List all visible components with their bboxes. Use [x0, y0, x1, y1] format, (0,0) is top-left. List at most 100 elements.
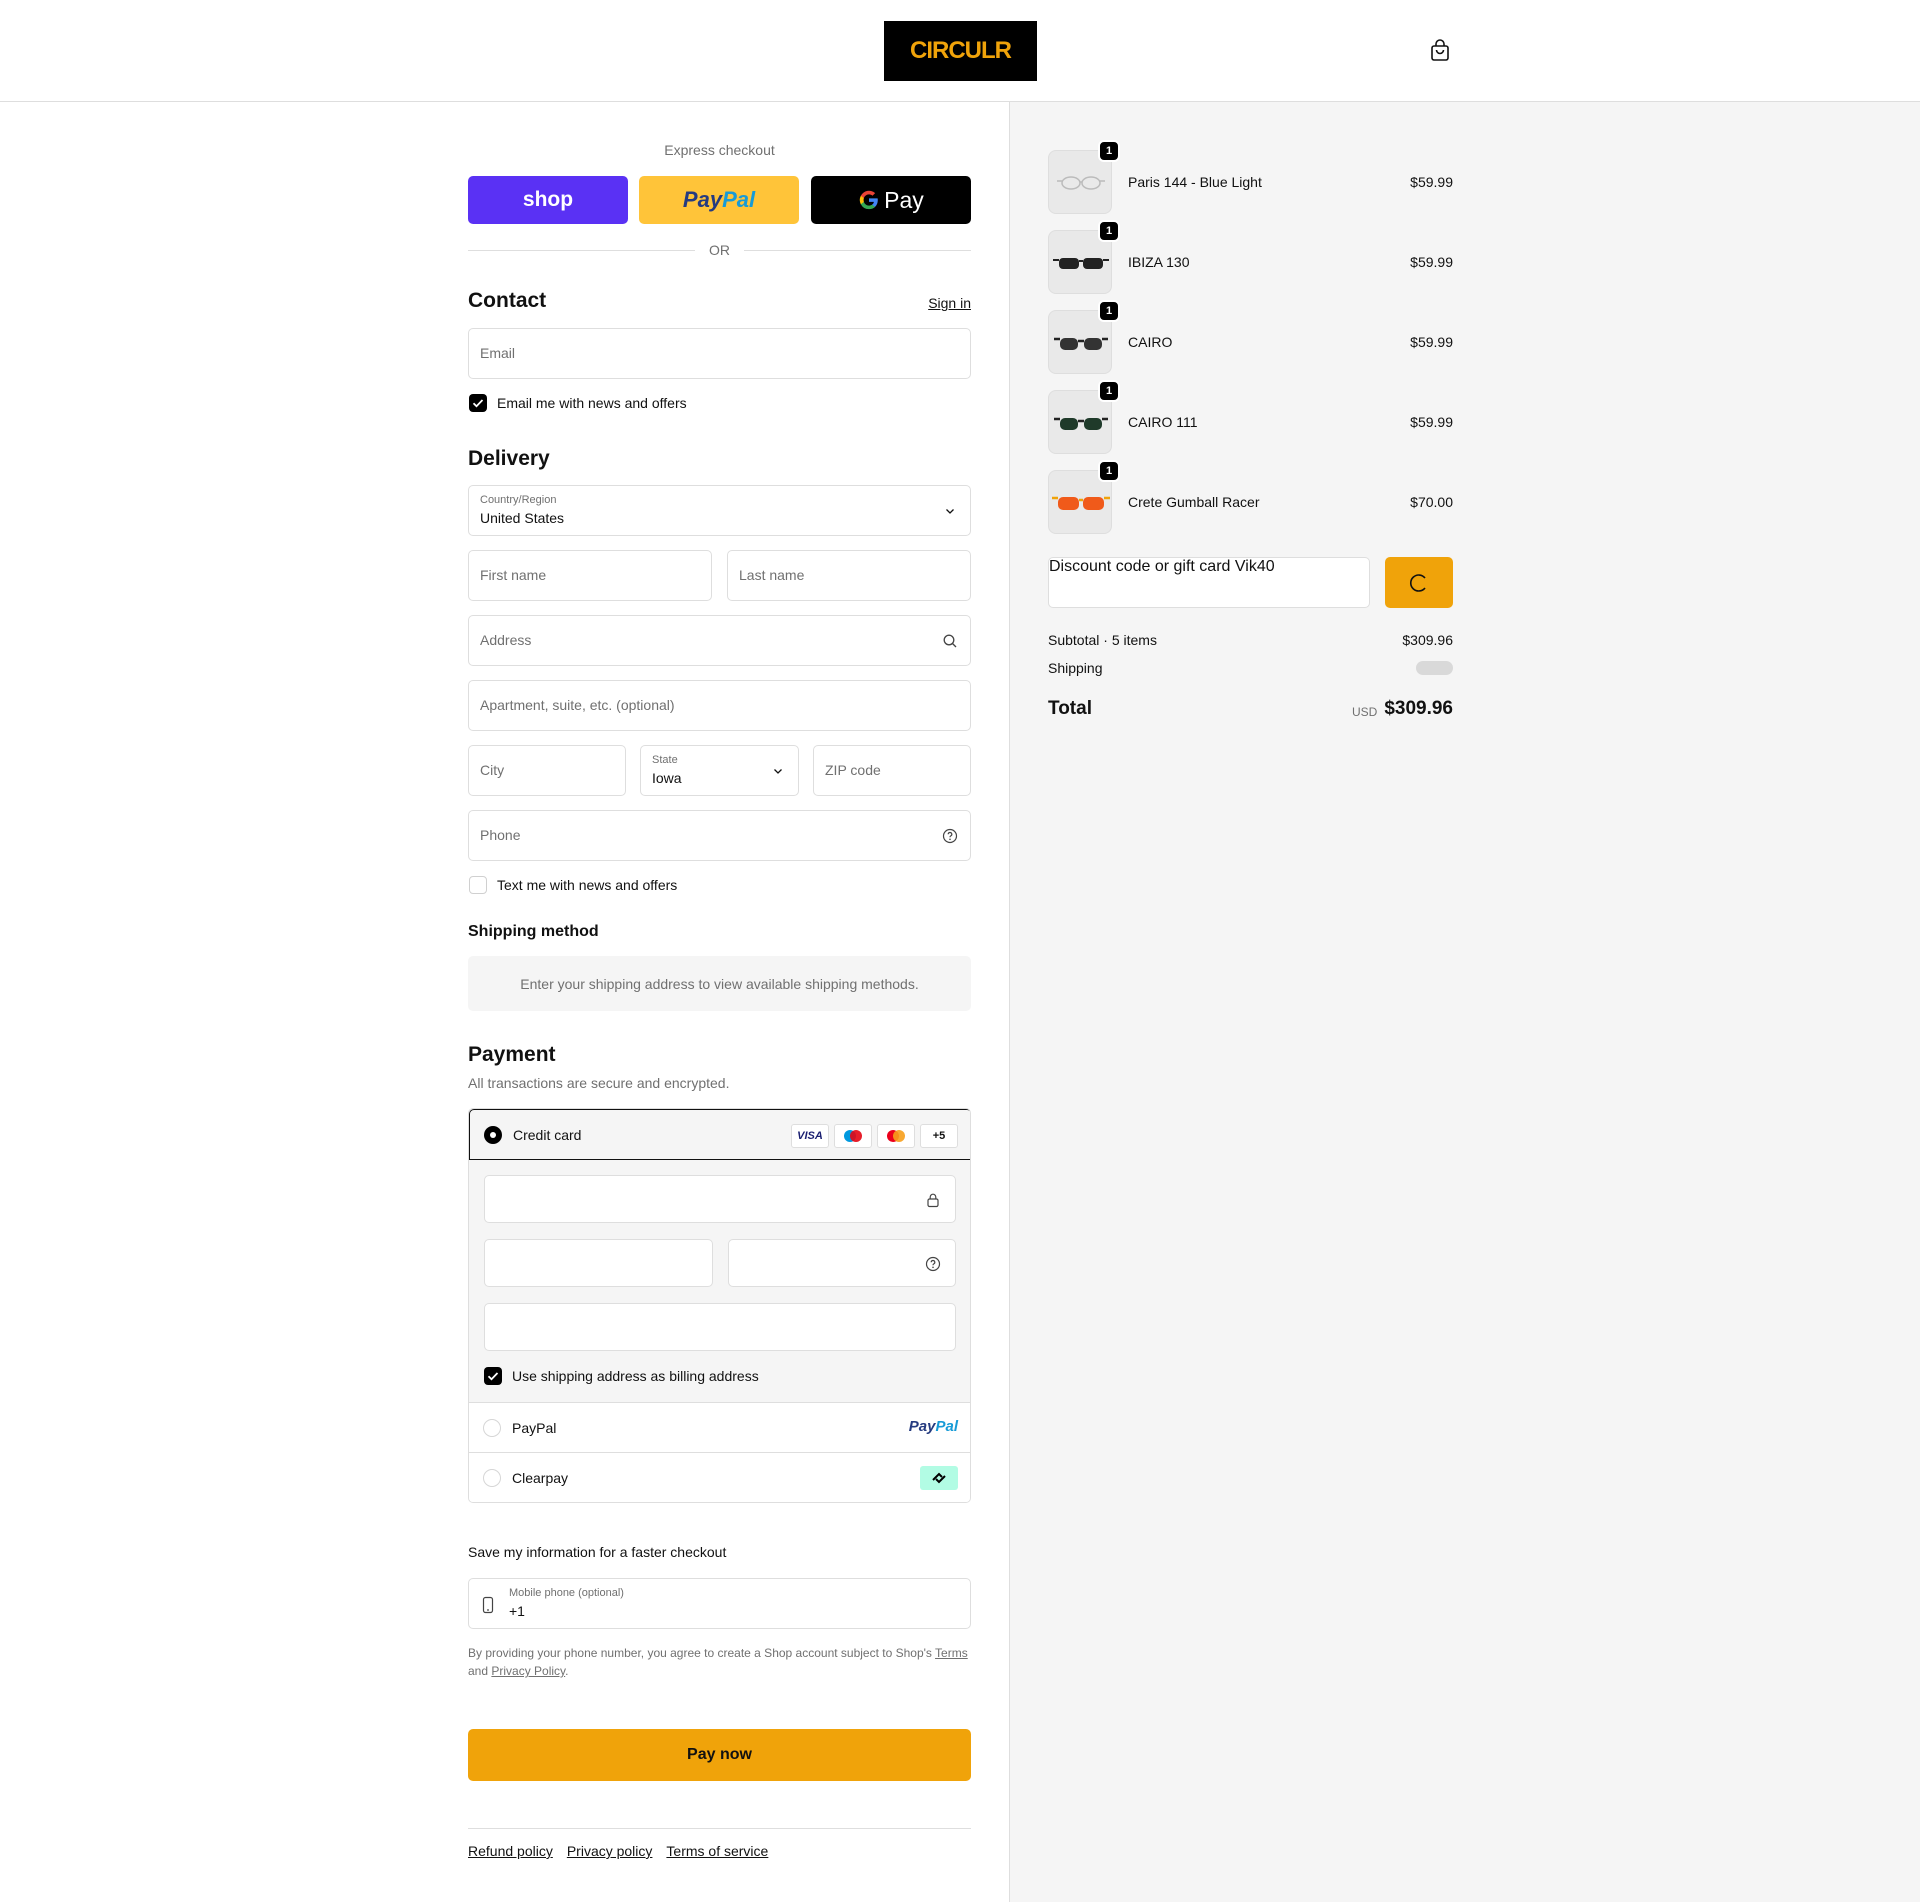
paypal-option[interactable]: PayPal PayPal: [469, 1403, 970, 1453]
clearpay-label: Clearpay: [512, 1470, 569, 1486]
city-field[interactable]: City: [468, 745, 626, 796]
zip-placeholder: ZIP code: [825, 762, 881, 778]
discount-code-field[interactable]: Discount code or gift card Vik40: [1048, 557, 1370, 608]
last-name-field[interactable]: Last name: [727, 550, 971, 601]
subtotal-value: $309.96: [1402, 632, 1453, 648]
apartment-placeholder: Apartment, suite, etc. (optional): [480, 697, 675, 713]
mobile-phone-value: +1: [509, 1603, 525, 1619]
clearpay-option[interactable]: Clearpay: [469, 1453, 970, 1502]
zip-field[interactable]: ZIP code: [813, 745, 971, 796]
check-icon: [487, 1372, 499, 1381]
clearpay-radio[interactable]: [483, 1469, 501, 1487]
text-news-label: Text me with news and offers: [497, 877, 678, 893]
country-select[interactable]: Country/Region United States: [468, 485, 971, 536]
first-name-placeholder: First name: [480, 567, 547, 583]
item-price: $59.99: [1410, 334, 1453, 350]
email-field[interactable]: Email: [468, 328, 971, 379]
item-name: Crete Gumball Racer: [1128, 494, 1260, 510]
quantity-badge: 1: [1098, 380, 1120, 402]
mobile-phone-label: Mobile phone (optional): [509, 1587, 624, 1599]
chevron-down-icon: [774, 769, 782, 774]
paypal-radio[interactable]: [483, 1419, 501, 1437]
item-price: $59.99: [1410, 414, 1453, 430]
mobile-phone-field[interactable]: Mobile phone (optional) +1: [468, 1578, 971, 1629]
mastercard-icon: [877, 1124, 915, 1148]
shop-pay-label: shop: [522, 188, 574, 211]
credit-card-option[interactable]: Credit card VISA +5: [469, 1109, 970, 1160]
shipping-method-notice: Enter your shipping address to view avai…: [468, 956, 971, 1011]
google-g-icon: [859, 190, 878, 210]
mobile-phone-icon: [482, 1596, 494, 1614]
item-price: $59.99: [1410, 174, 1453, 190]
shipping-method-message: Enter your shipping address to view avai…: [520, 975, 919, 992]
paypal-logo: PayPal: [682, 187, 756, 212]
quantity-badge: 1: [1098, 140, 1120, 162]
apply-discount-button[interactable]: [1385, 557, 1453, 608]
billing-same-checkbox[interactable]: [484, 1367, 502, 1385]
bag-icon[interactable]: [1428, 39, 1452, 63]
subtotal-label: Subtotal · 5 items: [1048, 632, 1157, 648]
email-news-checkbox[interactable]: [469, 394, 487, 412]
loading-spinner-icon: [1410, 573, 1426, 592]
quantity-badge: 1: [1098, 220, 1120, 242]
help-circle-icon[interactable]: [942, 828, 958, 844]
address-placeholder: Address: [480, 632, 532, 648]
terms-link[interactable]: Terms: [935, 1646, 968, 1660]
search-icon: [943, 634, 957, 648]
credit-card-radio[interactable]: [484, 1126, 502, 1144]
item-name: CAIRO: [1128, 334, 1173, 350]
order-item: 1 IBIZA 130 $59.99: [1048, 220, 1453, 294]
security-code-field[interactable]: [728, 1239, 956, 1287]
sign-in-link[interactable]: Sign in: [928, 295, 971, 311]
card-number-field[interactable]: [484, 1175, 956, 1223]
google-pay-button[interactable]: Pay: [811, 176, 971, 224]
shipping-method-title: Shipping method: [468, 923, 599, 940]
help-circle-icon[interactable]: [925, 1256, 941, 1272]
order-item: 1 Crete Gumball Racer $70.00: [1048, 460, 1453, 534]
header: CIRCULR: [0, 0, 1920, 102]
maestro-icon: [834, 1124, 872, 1148]
item-price: $59.99: [1410, 254, 1453, 270]
delivery-title: Delivery: [468, 447, 550, 470]
text-news-checkbox[interactable]: [469, 876, 487, 894]
shipping-loading-placeholder: [1416, 661, 1453, 675]
payment-title: Payment: [468, 1043, 556, 1066]
first-name-field[interactable]: First name: [468, 550, 712, 601]
privacy-policy-footer-link[interactable]: Privacy policy: [567, 1843, 653, 1859]
shop-pay-button[interactable]: shop: [468, 176, 628, 224]
name-on-card-field[interactable]: [484, 1303, 956, 1351]
terms-of-service-link[interactable]: Terms of service: [666, 1843, 768, 1859]
state-label: State: [652, 754, 678, 766]
privacy-policy-link[interactable]: Privacy Policy: [491, 1664, 565, 1678]
apartment-field[interactable]: Apartment, suite, etc. (optional): [468, 680, 971, 731]
city-placeholder: City: [480, 762, 505, 778]
chevron-down-icon: [946, 509, 954, 514]
express-checkout-title: Express checkout: [664, 142, 775, 158]
shipping-label: Shipping: [1048, 660, 1103, 676]
phone-field[interactable]: Phone: [468, 810, 971, 861]
visa-icon: VISA: [791, 1124, 829, 1148]
item-name: IBIZA 130: [1128, 254, 1190, 270]
refund-policy-link[interactable]: Refund policy: [468, 1843, 553, 1859]
billing-same-label: Use shipping address as billing address: [512, 1368, 759, 1384]
expiry-field[interactable]: [484, 1239, 713, 1287]
address-field[interactable]: Address: [468, 615, 971, 666]
state-select[interactable]: State Iowa: [640, 745, 799, 796]
order-item: 1 Paris 144 - Blue Light $59.99: [1048, 140, 1453, 214]
logo-text: CIRCULR: [910, 37, 1012, 64]
email-placeholder: Email: [480, 345, 516, 361]
or-text: OR: [709, 242, 730, 258]
credit-card-label: Credit card: [513, 1127, 582, 1143]
order-item: 1 CAIRO 111 $59.99: [1048, 380, 1453, 454]
paypal-label: PayPal: [512, 1420, 557, 1436]
total-currency: USD: [1352, 705, 1378, 719]
footer-links: Refund policy Privacy policy Terms of se…: [468, 1843, 768, 1859]
google-pay-label: Pay: [884, 186, 924, 213]
paypal-express-button[interactable]: PayPal: [639, 176, 799, 224]
circulr-logo[interactable]: CIRCULR: [884, 21, 1037, 81]
credit-card-form: Use shipping address as billing address: [469, 1160, 970, 1403]
total-value: $309.96: [1384, 698, 1453, 719]
more-cards-badge: +5: [920, 1124, 958, 1148]
pay-now-button[interactable]: Pay now: [468, 1729, 971, 1781]
item-name: CAIRO 111: [1128, 414, 1198, 430]
